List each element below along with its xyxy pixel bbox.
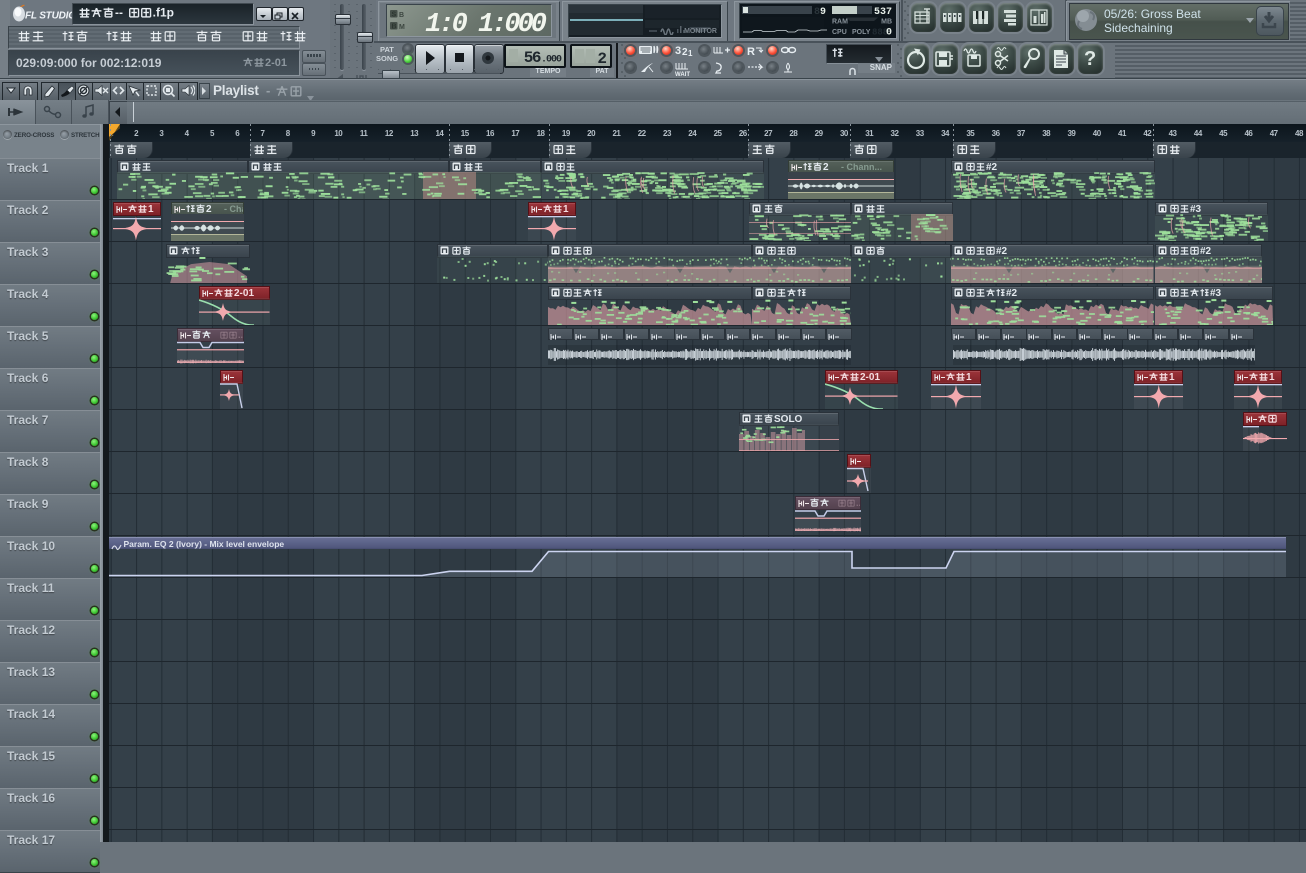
svg-text:CPU: CPU bbox=[832, 29, 847, 36]
svg-text:5: 5 bbox=[209, 129, 214, 138]
svg-text:25: 25 bbox=[713, 129, 722, 138]
svg-text:26: 26 bbox=[738, 129, 747, 138]
svg-text:36: 36 bbox=[991, 129, 1000, 138]
svg-text:17: 17 bbox=[511, 129, 520, 138]
svg-text:21: 21 bbox=[612, 129, 621, 138]
svg-text:WAIT: WAIT bbox=[675, 72, 690, 77]
svg-text:44: 44 bbox=[1193, 129, 1202, 138]
svg-text:48: 48 bbox=[1295, 129, 1304, 138]
svg-text:23: 23 bbox=[663, 129, 672, 138]
svg-text:12: 12 bbox=[384, 129, 393, 138]
svg-text:05/26: Gross Beat: 05/26: Gross Beat bbox=[1104, 7, 1201, 21]
svg-text:.f1p: .f1p bbox=[153, 7, 174, 20]
svg-text:B: B bbox=[392, 24, 397, 31]
svg-text:M: M bbox=[399, 24, 405, 31]
svg-text:3: 3 bbox=[159, 129, 164, 138]
svg-text:37: 37 bbox=[1016, 129, 1025, 138]
svg-text:42: 42 bbox=[1143, 129, 1152, 138]
svg-text:27: 27 bbox=[764, 129, 773, 138]
svg-text:40: 40 bbox=[1092, 129, 1101, 138]
svg-text:43: 43 bbox=[1168, 129, 1177, 138]
svg-text:56: 56 bbox=[524, 49, 541, 66]
svg-text:35: 35 bbox=[966, 129, 975, 138]
svg-text:POLY: POLY bbox=[852, 29, 871, 36]
svg-text:R: R bbox=[747, 46, 755, 58]
svg-text:30: 30 bbox=[839, 129, 848, 138]
svg-text:RAM: RAM bbox=[832, 19, 848, 26]
svg-text:31: 31 bbox=[865, 129, 874, 138]
svg-text:18: 18 bbox=[536, 129, 545, 138]
svg-text:6: 6 bbox=[235, 129, 240, 138]
svg-text:0: 0 bbox=[886, 28, 892, 37]
svg-text:22: 22 bbox=[637, 129, 646, 138]
svg-text:16: 16 bbox=[486, 129, 495, 138]
svg-text:15: 15 bbox=[460, 129, 469, 138]
svg-text:- Chann...: - Chann... bbox=[224, 205, 244, 214]
svg-text:47: 47 bbox=[1269, 129, 1278, 138]
svg-text:Sidechaining: Sidechaining bbox=[1104, 21, 1173, 35]
svg-text:11: 11 bbox=[359, 129, 368, 138]
svg-text:14: 14 bbox=[435, 129, 444, 138]
svg-text:B: B bbox=[399, 12, 404, 19]
svg-text:..: .. bbox=[856, 499, 861, 508]
svg-text:8: 8 bbox=[285, 129, 290, 138]
svg-text:45: 45 bbox=[1219, 129, 1228, 138]
svg-text:1:0 1:000: 1:0 1:000 bbox=[425, 10, 547, 34]
svg-text:537: 537 bbox=[874, 7, 892, 18]
svg-text:4: 4 bbox=[184, 129, 189, 138]
svg-text:7: 7 bbox=[260, 129, 265, 138]
svg-text:2: 2 bbox=[597, 50, 607, 66]
svg-text:?: ? bbox=[1084, 48, 1096, 70]
svg-text:33: 33 bbox=[915, 129, 924, 138]
svg-text:2: 2 bbox=[134, 129, 139, 138]
svg-text:24: 24 bbox=[688, 129, 697, 138]
svg-text:9: 9 bbox=[311, 129, 316, 138]
svg-text:13: 13 bbox=[410, 129, 419, 138]
svg-text:39: 39 bbox=[1067, 129, 1076, 138]
svg-text:41: 41 bbox=[1118, 129, 1127, 138]
svg-text:10: 10 bbox=[334, 129, 343, 138]
svg-text:46: 46 bbox=[1244, 129, 1253, 138]
svg-text:32: 32 bbox=[890, 129, 899, 138]
svg-text:--: -- bbox=[115, 7, 123, 20]
svg-text:28: 28 bbox=[789, 129, 798, 138]
svg-text:..: .. bbox=[238, 331, 243, 340]
svg-text:MB: MB bbox=[881, 19, 892, 26]
svg-text:29: 29 bbox=[814, 129, 823, 138]
svg-text:FL STUDIO: FL STUDIO bbox=[25, 11, 76, 22]
svg-text:MONITOR: MONITOR bbox=[684, 28, 717, 35]
svg-text:1: 1 bbox=[688, 49, 693, 58]
svg-text:19: 19 bbox=[561, 129, 570, 138]
svg-text:34: 34 bbox=[941, 129, 950, 138]
svg-text:38: 38 bbox=[1042, 129, 1051, 138]
svg-text:9: 9 bbox=[820, 7, 826, 18]
svg-text:S: S bbox=[392, 12, 397, 19]
svg-text:- Chann...: - Chann... bbox=[841, 163, 882, 172]
svg-text:3: 3 bbox=[675, 45, 681, 57]
svg-text:20: 20 bbox=[587, 129, 596, 138]
svg-text:.000: .000 bbox=[541, 55, 562, 66]
svg-text:2-01: 2-01 bbox=[265, 57, 287, 69]
